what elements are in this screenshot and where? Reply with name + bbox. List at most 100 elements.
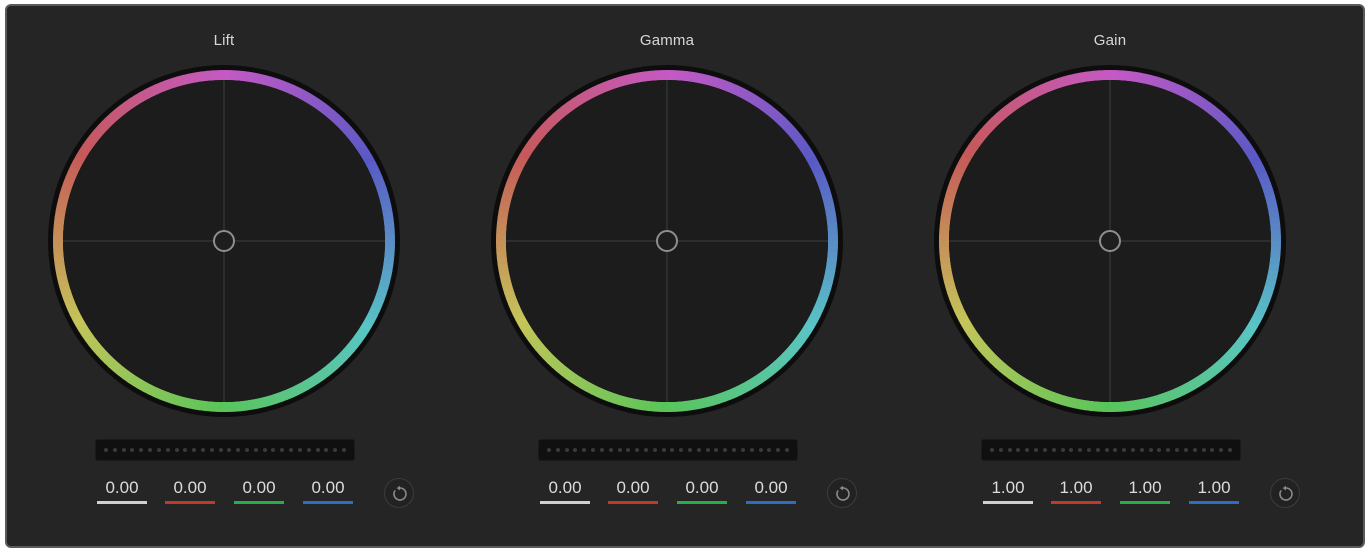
dial-tick <box>1042 448 1047 452</box>
color-wheels-panel: Lift 0.00 0.00 0.00 0.00 Gamma 0.00 0.00… <box>5 4 1365 548</box>
master-wheel-dial[interactable] <box>981 439 1241 461</box>
hue-ring-segment <box>218 70 226 81</box>
green-value[interactable]: 0.00 <box>234 478 284 504</box>
dial-tick <box>1183 448 1188 452</box>
wheel-center-handle[interactable] <box>1099 230 1121 252</box>
wheel-gain: Gain 1.00 1.00 1.00 1.00 <box>890 6 1330 546</box>
dial-tick <box>1148 448 1153 452</box>
green-value[interactable]: 0.00 <box>677 478 727 504</box>
dial-tick <box>1025 448 1030 452</box>
dial-tick <box>1227 448 1232 452</box>
wheel-title: Lift <box>213 32 235 49</box>
dial-tick <box>705 448 710 452</box>
dial-tick <box>670 448 675 452</box>
dial-tick <box>1192 448 1197 452</box>
dial-tick <box>688 448 692 452</box>
dial-tick <box>306 448 311 452</box>
dial-tick <box>661 448 666 452</box>
dial-tick <box>262 448 267 452</box>
dial-tick <box>236 448 241 452</box>
dial-tick <box>209 448 214 452</box>
master-wheel-dial[interactable] <box>538 439 798 461</box>
master-wheel-dial[interactable] <box>95 439 355 461</box>
red-value[interactable]: 0.00 <box>608 478 658 504</box>
wheel-center-handle[interactable] <box>213 230 235 252</box>
dial-tick <box>112 448 117 452</box>
dial-tick <box>643 448 648 452</box>
dial-tick <box>289 448 294 452</box>
dial-tick <box>1095 448 1100 452</box>
reset-button[interactable] <box>1270 478 1300 508</box>
red-value[interactable]: 1.00 <box>1051 478 1101 504</box>
dial-tick <box>1086 448 1091 452</box>
hue-ring-segment <box>1104 70 1112 81</box>
dial-tick <box>749 448 754 452</box>
dial-tick <box>104 448 108 452</box>
dial-tick <box>1166 448 1171 452</box>
dial-tick <box>165 448 170 452</box>
value-row: 0.00 0.00 0.00 0.00 <box>540 478 810 508</box>
dial-tick <box>767 448 772 452</box>
blue-value[interactable]: 0.00 <box>303 478 353 504</box>
hue-ring-segment <box>661 70 669 81</box>
dial-tick <box>1175 448 1180 452</box>
master-value[interactable]: 0.00 <box>97 478 147 504</box>
dial-tick <box>1034 448 1039 452</box>
master-value[interactable]: 1.00 <box>983 478 1033 504</box>
dial-tick <box>1078 448 1083 452</box>
dial-tick <box>626 448 631 452</box>
dial-tick <box>1157 448 1162 452</box>
dial-tick <box>990 448 994 452</box>
blue-value[interactable]: 1.00 <box>1189 478 1239 504</box>
dial-tick <box>130 448 135 452</box>
red-value[interactable]: 0.00 <box>165 478 215 504</box>
blue-value[interactable]: 0.00 <box>746 478 796 504</box>
dial-tick <box>714 448 719 452</box>
dial-tick <box>1007 448 1012 452</box>
dial-tick <box>591 448 596 452</box>
dial-tick <box>139 448 144 452</box>
color-wheel[interactable] <box>48 65 400 417</box>
wheel-center-handle[interactable] <box>656 230 678 252</box>
dial-tick <box>271 448 276 452</box>
dial-tick <box>784 448 789 452</box>
wheel-title: Gain <box>1093 32 1127 49</box>
dial-tick <box>1139 448 1144 452</box>
dial-tick <box>218 448 223 452</box>
dial-tick <box>1122 448 1127 452</box>
dial-tick <box>324 448 329 452</box>
dial-tick <box>200 448 205 452</box>
color-wheel[interactable] <box>491 65 843 417</box>
master-value[interactable]: 0.00 <box>540 478 590 504</box>
dial-tick <box>740 448 745 452</box>
dial-tick <box>297 448 302 452</box>
color-wheel[interactable] <box>934 65 1286 417</box>
dial-tick <box>1113 448 1118 452</box>
dial-tick <box>617 448 622 452</box>
reset-button[interactable] <box>384 478 414 508</box>
dial-tick <box>253 448 258 452</box>
dial-tick <box>564 448 569 452</box>
dial-tick <box>1131 448 1135 452</box>
dial-tick <box>1219 448 1224 452</box>
dial-tick <box>121 448 126 452</box>
dial-tick <box>547 448 551 452</box>
dial-tick <box>1016 448 1021 452</box>
dial-tick <box>679 448 684 452</box>
dial-tick <box>723 448 728 452</box>
wheel-gamma: Gamma 0.00 0.00 0.00 0.00 <box>447 6 887 546</box>
reset-button[interactable] <box>827 478 857 508</box>
reset-icon <box>393 485 407 501</box>
reset-icon <box>836 485 850 501</box>
dial-tick <box>156 448 161 452</box>
dial-tick <box>582 448 587 452</box>
dial-tick <box>1210 448 1215 452</box>
green-value[interactable]: 1.00 <box>1120 478 1170 504</box>
dial-tick <box>635 448 640 452</box>
dial-tick <box>573 448 578 452</box>
dial-tick <box>599 448 604 452</box>
dial-tick <box>608 448 613 452</box>
dial-tick <box>333 448 338 452</box>
dial-tick <box>315 448 320 452</box>
dial-tick <box>758 448 763 452</box>
